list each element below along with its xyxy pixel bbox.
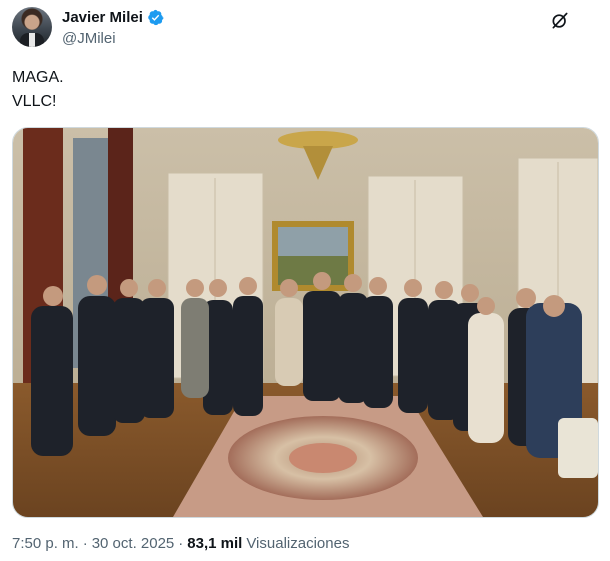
verified-badge-icon (148, 9, 164, 26)
author-name[interactable]: Javier Milei (62, 9, 143, 26)
meta-separator: · (178, 535, 184, 552)
meta-separator: · (82, 535, 88, 552)
views-label[interactable]: Visualizaciones (246, 535, 349, 552)
photo-illustration (13, 128, 598, 517)
tweet-text: MAGA. VLLC! (12, 66, 64, 114)
tweet-time[interactable]: 7:50 p. m. (12, 535, 79, 552)
tweet-date[interactable]: 30 oct. 2025 (92, 535, 175, 552)
tweet-photo[interactable] (12, 127, 599, 518)
views-count[interactable]: 83,1 mil (187, 535, 242, 552)
tweet-line: MAGA. (12, 69, 64, 86)
grok-icon[interactable] (550, 11, 570, 31)
tweet-header: Javier Milei @JMilei (12, 7, 598, 51)
author-handle[interactable]: @JMilei (62, 30, 116, 47)
tweet-line: VLLC! (12, 93, 57, 110)
tweet-meta: 7:50 p. m. · 30 oct. 2025 · 83,1 mil Vis… (12, 535, 349, 552)
author-name-row[interactable]: Javier Milei (62, 9, 164, 26)
avatar[interactable] (12, 7, 52, 47)
